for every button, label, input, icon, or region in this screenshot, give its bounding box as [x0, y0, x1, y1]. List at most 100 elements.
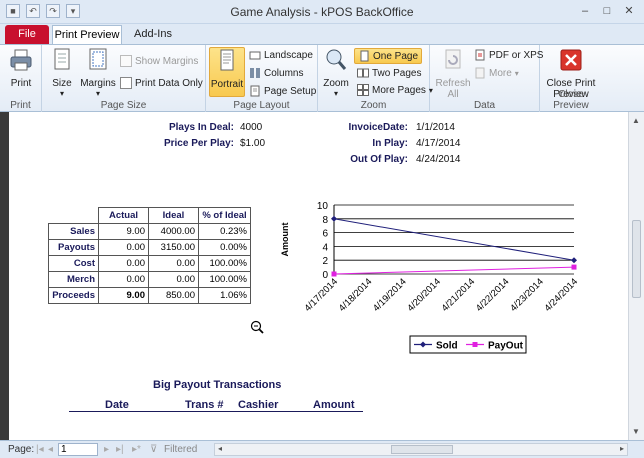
y-tick-label: 8	[322, 215, 328, 226]
margins-button[interactable]: Margins ▾	[80, 47, 116, 98]
sales-payout-chart: 0 2 4 6 8 10 Amount 4/17/20144/18/20144/19/2014…	[280, 201, 580, 354]
horizontal-scroll-thumb[interactable]	[391, 445, 453, 454]
series-line-payout	[333, 266, 575, 275]
column-header: Actual	[98, 207, 149, 224]
new-record-icon[interactable]: ▸*	[132, 444, 141, 455]
maximize-button[interactable]: □	[598, 3, 616, 19]
y-axis-label: Amount	[280, 223, 290, 257]
row-label: Merch	[48, 271, 99, 288]
scroll-up-icon[interactable]: ▲	[632, 116, 640, 125]
print-group: Print Print	[0, 45, 42, 112]
title-bar: ■ ↶ ↷ ▾ Game Analysis - kPOS BackOffice …	[0, 0, 644, 24]
checkbox-icon	[120, 77, 132, 89]
price-per-play-label: Price Per Play:	[163, 138, 234, 149]
in-play-value: 4/17/2014	[416, 138, 461, 149]
table-row: Cost 0.00 0.00 100.00%	[48, 255, 251, 272]
invoice-date-value: 1/1/2014	[416, 122, 455, 133]
two-pages-icon	[357, 68, 369, 78]
cell-actual: 0.00	[98, 239, 149, 256]
cell-pct: 1.06%	[198, 287, 251, 304]
zoom-cursor-icon	[250, 320, 264, 334]
cell-pct: 100.00%	[198, 255, 251, 272]
legend-label: Sold	[436, 341, 458, 352]
x-tick-label: 4/20/2014	[405, 276, 443, 314]
one-page-button[interactable]: One Page	[354, 48, 423, 64]
last-page-icon[interactable]: ▸|	[116, 444, 124, 455]
data-point-payout	[331, 271, 337, 277]
table-header-row: Actual Ideal % of Ideal	[48, 207, 251, 224]
more-pages-button[interactable]: More Pages ▾	[357, 84, 433, 96]
x-tick-label: 4/21/2014	[440, 276, 478, 314]
table-row: Proceeds 9.00 850.00 1.06%	[48, 287, 251, 304]
cell-pct: 0.23%	[198, 223, 251, 240]
legend-label: PayOut	[488, 341, 524, 352]
page-layout-group: Portrait Landscape Columns Page Setup Pa…	[206, 45, 318, 112]
export-icon	[475, 67, 485, 79]
size-button[interactable]: Size ▾	[48, 47, 76, 98]
pdf-xps-button[interactable]: PDF or XPS	[474, 49, 543, 61]
x-tick-label: 4/23/2014	[508, 276, 546, 314]
table-row: Sales 9.00 4000.00 0.23%	[48, 223, 251, 240]
dropdown-arrow-icon: ▾	[514, 68, 519, 78]
y-tick-label: 0	[322, 270, 328, 281]
close-window-button[interactable]: ✕	[620, 3, 638, 19]
checkbox-icon	[120, 55, 132, 67]
portrait-button[interactable]: Portrait	[209, 47, 245, 97]
x-tick-label: 4/24/2014	[542, 276, 580, 314]
cell-actual: 9.00	[98, 223, 149, 240]
next-page-icon[interactable]: ▸	[104, 444, 109, 455]
tab-file[interactable]: File	[5, 25, 49, 44]
print-button[interactable]: Print	[6, 47, 36, 89]
scroll-thumb[interactable]	[632, 220, 641, 298]
vertical-scrollbar[interactable]: ▲ ▼	[628, 112, 644, 440]
legend-marker	[472, 342, 478, 347]
more-pages-icon	[357, 84, 369, 96]
columns-button[interactable]: Columns	[249, 67, 303, 79]
refresh-all-button[interactable]: Refresh All	[434, 47, 472, 100]
scroll-down-icon[interactable]: ▼	[632, 427, 640, 436]
pdf-icon	[475, 49, 485, 61]
magnifier-icon	[326, 49, 347, 70]
two-pages-button[interactable]: Two Pages	[357, 67, 421, 79]
filtered-indicator[interactable]: Filtered	[164, 444, 197, 455]
zoom-button[interactable]: Zoom ▾	[322, 47, 350, 98]
x-tick-label: 4/18/2014	[337, 276, 375, 314]
scroll-right-icon[interactable]: ▸	[620, 444, 624, 453]
close-preview-group: Close Print Preview Close Preview	[540, 45, 602, 112]
first-page-icon[interactable]: |◂	[36, 444, 44, 455]
series-line-sold	[333, 218, 575, 261]
cell-ideal: 850.00	[148, 287, 199, 304]
print-data-only-checkbox[interactable]: Print Data Only	[120, 77, 203, 89]
table-row: Payouts 0.00 3150.00 0.00%	[48, 239, 251, 256]
minimize-button[interactable]: –	[576, 3, 594, 19]
page-setup-icon	[250, 85, 260, 97]
page-setup-button[interactable]: Page Setup	[249, 85, 316, 97]
printer-icon	[10, 49, 32, 71]
filter-icon[interactable]: ⊽	[150, 444, 157, 455]
data-point-sold	[571, 257, 577, 264]
cell-pct: 0.00%	[198, 239, 251, 256]
big-payout-title: Big Payout Transactions	[153, 379, 282, 391]
more-export-button[interactable]: More ▾	[474, 67, 519, 79]
data-point-sold	[331, 215, 337, 222]
tab-addins[interactable]: Add-Ins	[128, 25, 178, 44]
one-page-icon	[360, 50, 369, 62]
tab-print-preview[interactable]: Print Preview	[52, 25, 122, 44]
window-title: Game Analysis - kPOS BackOffice	[230, 5, 414, 19]
cell-ideal: 3150.00	[148, 239, 199, 256]
column-header: Ideal	[148, 207, 199, 224]
invoice-date-label: InvoiceDate:	[348, 122, 408, 133]
scroll-left-icon[interactable]: ◂	[218, 444, 222, 453]
horizontal-scrollbar[interactable]: ◂ ▸	[214, 443, 628, 456]
show-margins-checkbox[interactable]: Show Margins	[120, 55, 198, 67]
page-number-input[interactable]: 1	[58, 443, 98, 456]
in-play-label: In Play:	[372, 138, 408, 149]
prev-page-icon[interactable]: ◂	[48, 444, 53, 455]
summary-table: Actual Ideal % of Ideal Sales 9.00 4000.…	[48, 207, 251, 304]
out-of-play-value: 4/24/2014	[416, 154, 461, 165]
x-tick-label: 4/19/2014	[371, 276, 409, 314]
row-label: Cost	[48, 255, 99, 272]
column-header: % of Ideal	[198, 207, 251, 224]
column-header-date: Date	[105, 399, 129, 411]
landscape-button[interactable]: Landscape	[249, 49, 313, 61]
